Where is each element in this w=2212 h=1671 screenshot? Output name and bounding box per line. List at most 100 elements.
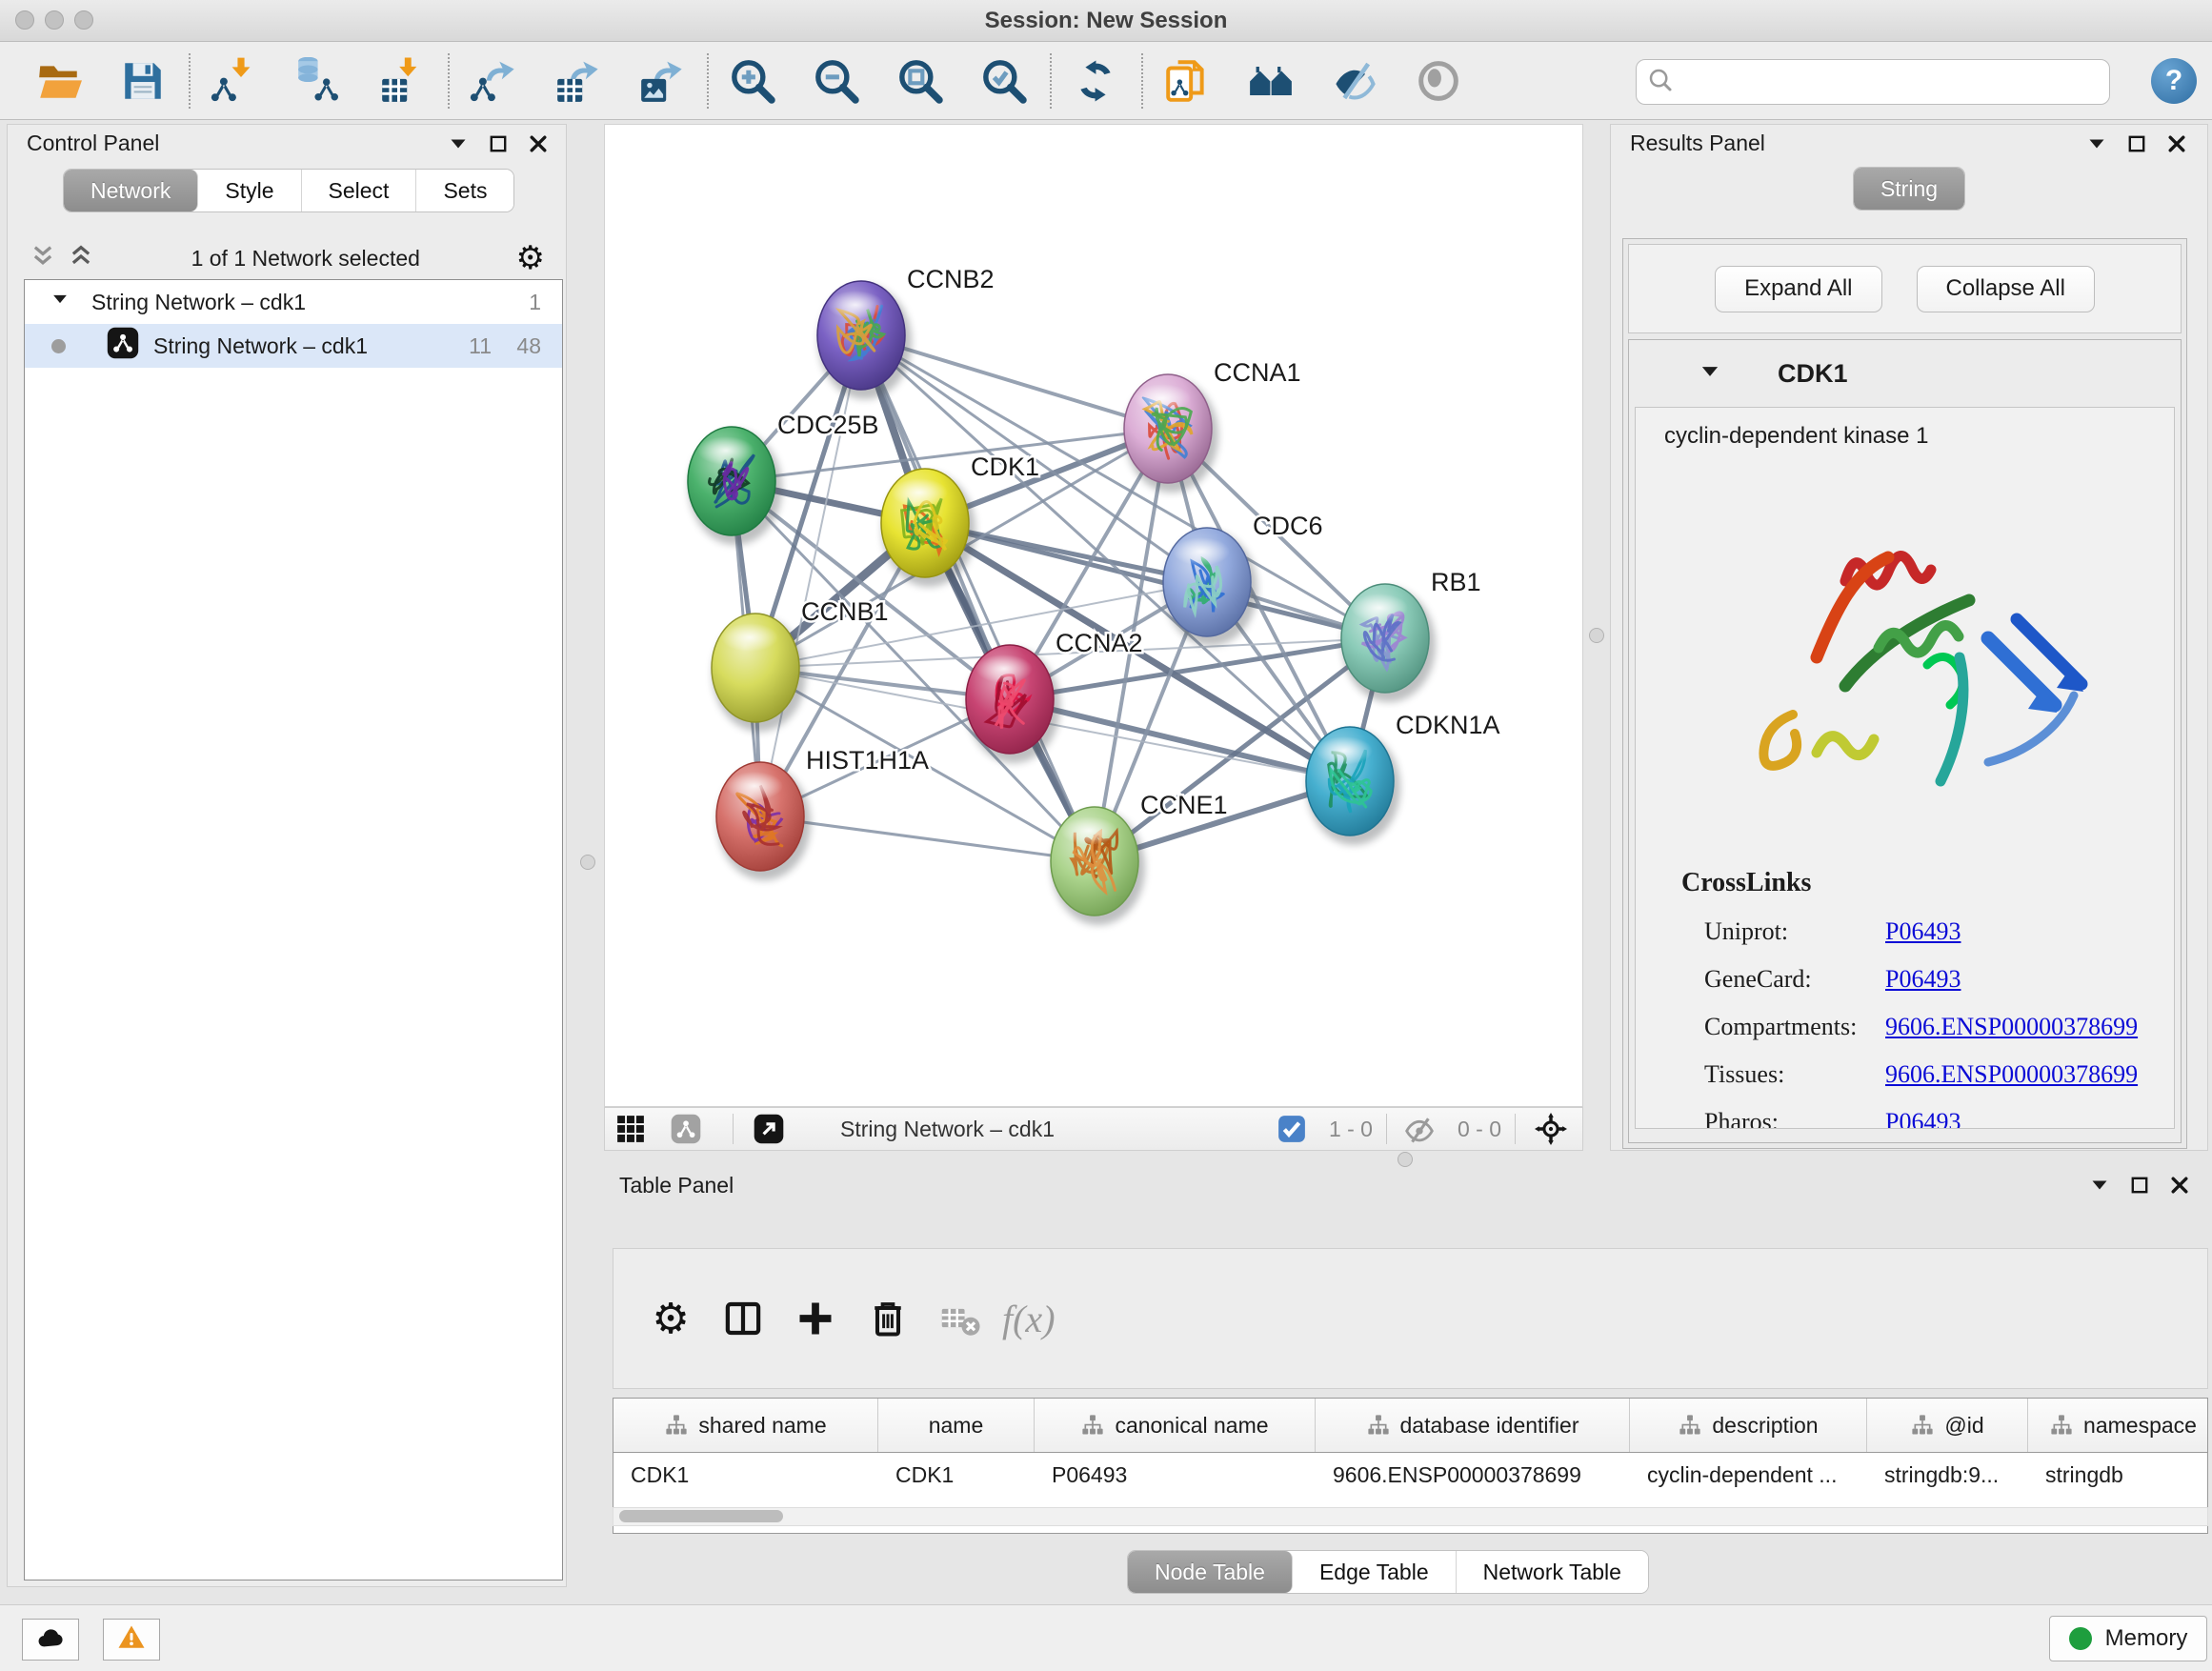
edge-CCNE1-CCNB2[interactable] xyxy=(861,335,1095,861)
crosslink-link[interactable]: P06493 xyxy=(1885,1108,1961,1129)
float-panel-icon[interactable] xyxy=(2125,132,2148,160)
node-CDC25B[interactable] xyxy=(688,427,782,545)
open-session-button[interactable] xyxy=(32,54,86,108)
network-options-gear-icon[interactable]: ⚙ xyxy=(516,244,545,272)
crosslink-link[interactable]: P06493 xyxy=(1885,965,1961,994)
node-CCNE1[interactable] xyxy=(1051,807,1145,925)
show-columns-icon[interactable] xyxy=(713,1288,774,1349)
export-table-button[interactable] xyxy=(551,54,604,108)
warnings-button[interactable] xyxy=(103,1619,160,1661)
table-cell[interactable]: stringdb xyxy=(2028,1453,2208,1497)
protein-section-header[interactable]: CDK1 xyxy=(1629,340,2181,407)
right-splitter-handle[interactable] xyxy=(1589,628,1604,643)
node-RB1[interactable] xyxy=(1341,584,1436,702)
new-network-from-selection-button[interactable] xyxy=(1160,54,1214,108)
network-canvas[interactable]: CCNB2CCNA1CDC25BCDK1CDC6RB1CCNB1CCNA2CDK… xyxy=(604,124,1583,1107)
float-panel-icon[interactable] xyxy=(2128,1174,2151,1201)
selected-nodes-checkbox[interactable] xyxy=(1276,1098,1308,1159)
column-header-description[interactable]: description xyxy=(1630,1399,1867,1452)
export-image-button[interactable] xyxy=(634,54,688,108)
grid-view-icon[interactable] xyxy=(609,1098,653,1159)
table-cell[interactable]: 9606.ENSP00000378699 xyxy=(1316,1453,1630,1497)
column-header-shared-name[interactable]: shared name xyxy=(613,1399,878,1452)
node-CCNA1[interactable] xyxy=(1124,374,1218,493)
bottom-splitter-handle[interactable] xyxy=(1398,1152,1413,1167)
cloud-status-button[interactable] xyxy=(22,1619,79,1661)
network-collection-row[interactable]: String Network – cdk1 1 xyxy=(25,280,562,324)
zoom-fit-content-button[interactable] xyxy=(894,54,947,108)
first-neighbors-button[interactable] xyxy=(1244,54,1297,108)
table-horizontal-scrollbar[interactable] xyxy=(613,1507,2208,1526)
column-header--id[interactable]: @id xyxy=(1867,1399,2028,1452)
export-network-button[interactable] xyxy=(467,54,520,108)
collection-caret-icon[interactable] xyxy=(50,289,70,315)
birdseye-view-icon[interactable] xyxy=(1529,1098,1573,1159)
import-table-from-file-button[interactable] xyxy=(375,54,429,108)
node-CDC6[interactable] xyxy=(1163,528,1257,646)
show-all-button[interactable] xyxy=(1412,54,1465,108)
tab-edge-table[interactable]: Edge Table xyxy=(1293,1551,1457,1593)
tab-node-table[interactable]: Node Table xyxy=(1128,1551,1293,1593)
expand-all-button[interactable]: Expand All xyxy=(1715,266,1881,312)
crosslink-link[interactable]: 9606.ENSP00000378699 xyxy=(1885,1013,2138,1041)
zoom-in-button[interactable] xyxy=(726,54,779,108)
memory-button[interactable]: Memory xyxy=(2049,1616,2207,1661)
close-panel-icon[interactable] xyxy=(2168,1174,2191,1201)
node-CCNA2[interactable] xyxy=(966,645,1060,763)
column-header-name[interactable]: name xyxy=(878,1399,1035,1452)
panel-menu-icon[interactable] xyxy=(2088,1174,2111,1201)
delete-column-icon[interactable] xyxy=(857,1288,918,1349)
table-cell[interactable]: CDK1 xyxy=(613,1453,878,1497)
scrollbar-thumb[interactable] xyxy=(619,1510,783,1522)
table-cell[interactable]: cyclin-dependent ... xyxy=(1630,1453,1867,1497)
network-graph[interactable]: CCNB2CCNA1CDC25BCDK1CDC6RB1CCNB1CCNA2CDK… xyxy=(605,125,1582,1106)
save-session-button[interactable] xyxy=(116,54,170,108)
close-panel-icon[interactable] xyxy=(527,132,550,160)
table-cell[interactable]: CDK1 xyxy=(878,1453,1035,1497)
table-row[interactable]: CDK1CDK1P064939606.ENSP00000378699cyclin… xyxy=(613,1453,2207,1497)
import-network-from-database-button[interactable] xyxy=(292,54,345,108)
edge-CDK1-RB1[interactable] xyxy=(925,523,1385,638)
section-caret-icon[interactable] xyxy=(1629,359,1722,389)
crosslink-link[interactable]: P06493 xyxy=(1885,917,1961,946)
create-column-icon[interactable] xyxy=(785,1288,846,1349)
search-box[interactable] xyxy=(1636,59,2110,105)
collapse-all-button[interactable]: Collapse All xyxy=(1917,266,2095,312)
network-badge-icon[interactable] xyxy=(664,1098,708,1159)
network-row-selected[interactable]: String Network – cdk1 11 48 xyxy=(25,324,562,368)
float-panel-icon[interactable] xyxy=(487,132,510,160)
node-CDKN1A[interactable] xyxy=(1306,727,1400,845)
zoom-out-button[interactable] xyxy=(810,54,863,108)
tab-select[interactable]: Select xyxy=(302,170,417,211)
table-options-gear-icon[interactable]: ⚙ xyxy=(652,1295,689,1343)
tab-network[interactable]: Network xyxy=(64,170,198,211)
tab-network-table[interactable]: Network Table xyxy=(1457,1551,1648,1593)
column-header-database-identifier[interactable]: database identifier xyxy=(1316,1399,1630,1452)
panel-menu-icon[interactable] xyxy=(447,132,470,160)
left-splitter-handle[interactable] xyxy=(580,855,595,870)
node-CDK1[interactable] xyxy=(881,469,975,587)
node-HIST1H1A[interactable] xyxy=(716,762,811,880)
hidden-elements-icon[interactable] xyxy=(1400,1098,1438,1159)
expand-all-icon[interactable] xyxy=(67,242,95,275)
search-input[interactable] xyxy=(1675,62,2109,102)
table-cell[interactable]: P06493 xyxy=(1035,1453,1316,1497)
help-button[interactable]: ? xyxy=(2151,58,2197,104)
crosslink-link[interactable]: 9606.ENSP00000378699 xyxy=(1885,1060,2138,1089)
apply-preferred-layout-button[interactable] xyxy=(1069,54,1122,108)
edge-CCNB2-HIST1H1A[interactable] xyxy=(760,335,861,816)
import-network-from-file-button[interactable] xyxy=(208,54,261,108)
table-cell[interactable]: stringdb:9... xyxy=(1867,1453,2028,1497)
close-panel-icon[interactable] xyxy=(2165,132,2188,160)
tab-string[interactable]: String xyxy=(1854,168,1964,210)
hide-selected-button[interactable] xyxy=(1328,54,1381,108)
open-in-browser-icon[interactable] xyxy=(747,1098,791,1159)
column-header-namespace[interactable]: namespace xyxy=(2028,1399,2208,1452)
collapse-all-icon[interactable] xyxy=(29,242,57,275)
panel-menu-icon[interactable] xyxy=(2085,132,2108,160)
tab-style[interactable]: Style xyxy=(198,170,301,211)
column-header-canonical-name[interactable]: canonical name xyxy=(1035,1399,1316,1452)
tab-sets[interactable]: Sets xyxy=(416,170,513,211)
node-CCNB2[interactable] xyxy=(817,281,912,399)
zoom-selected-region-button[interactable] xyxy=(977,54,1031,108)
